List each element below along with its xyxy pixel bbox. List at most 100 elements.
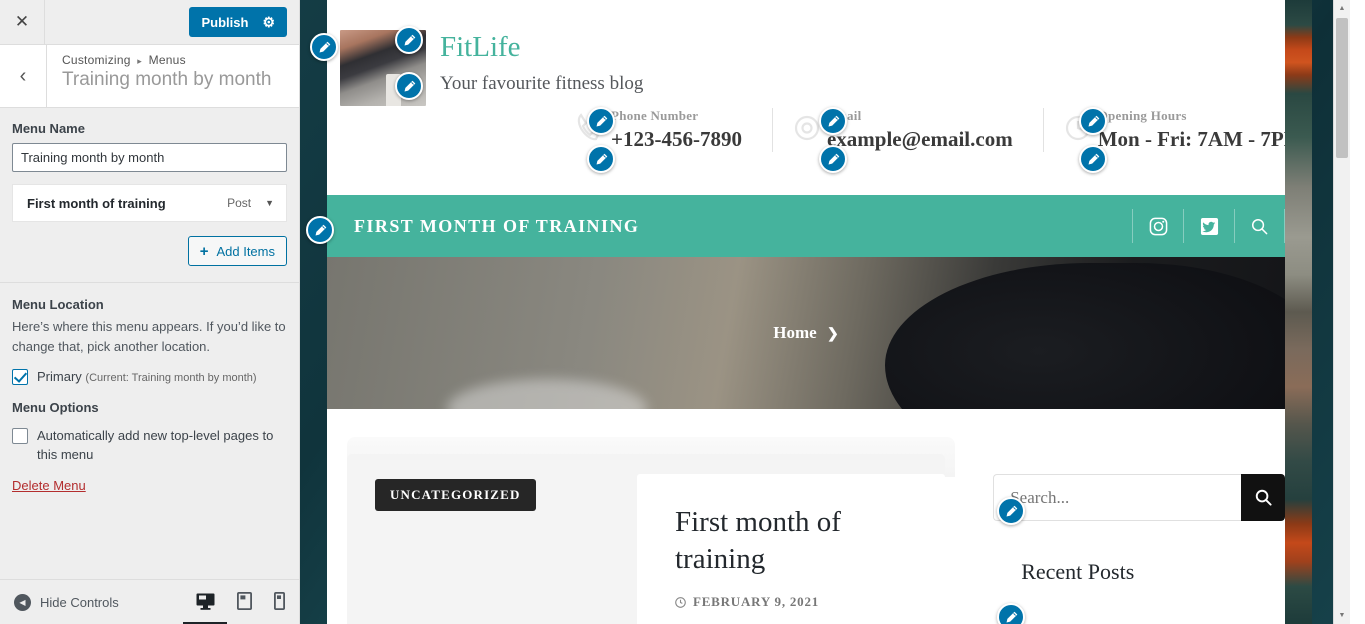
hide-controls-label: Hide Controls (40, 594, 119, 610)
category-badge[interactable]: UNCATEGORIZED (375, 479, 536, 511)
contact-hours: Opening Hours Mon - Fri: 7AM - 7PM (1042, 108, 1285, 152)
contact-hours-value[interactable]: Mon - Fri: 7AM - 7PM (1098, 127, 1285, 152)
breadcrumb-root[interactable]: Customizing (62, 53, 131, 67)
edit-pencil-phone-label[interactable] (587, 107, 615, 135)
post-title[interactable]: First month of training (675, 504, 907, 578)
mobile-icon (274, 592, 285, 610)
edit-pencil-site-title[interactable] (395, 26, 423, 54)
search-submit-button[interactable] (1241, 474, 1285, 521)
menu-item-row[interactable]: First month of training Post ▼ (12, 184, 287, 222)
hide-controls-button[interactable]: ◀ Hide Controls (14, 593, 196, 611)
delete-menu-link[interactable]: Delete Menu (12, 478, 86, 493)
page-content: UNCATEGORIZED First month of training FE… (327, 409, 1285, 624)
instagram-icon[interactable] (1132, 209, 1183, 243)
menu-name-label: Menu Name (12, 121, 85, 136)
add-items-row: + Add Items (12, 236, 287, 266)
scroll-down-arrow-icon[interactable]: ▼ (1334, 607, 1350, 624)
breadcrumb-separator-icon: ▸ (137, 56, 143, 66)
collapse-icon: ◀ (14, 593, 31, 611)
auto-add-pages-row[interactable]: Automatically add new top-level pages to… (12, 427, 287, 463)
post-date: FEBRUARY 9, 2021 (693, 594, 820, 610)
search-widget (993, 474, 1285, 521)
primary-location-label: Primary (Current: Training month by mont… (37, 368, 257, 386)
primary-location-checkbox[interactable] (12, 369, 28, 385)
add-items-label: Add Items (216, 243, 275, 259)
device-preview-switcher (183, 592, 285, 624)
post-meta: FEBRUARY 9, 2021 (675, 594, 907, 610)
hero-banner: Home ❯ (327, 257, 1285, 409)
close-icon: ✕ (14, 12, 30, 31)
breadcrumb-home-link[interactable]: Home (773, 323, 816, 342)
menu-options-title: Menu Options (12, 400, 99, 416)
scroll-up-arrow-icon[interactable]: ▲ (1334, 0, 1350, 17)
back-button[interactable]: ‹ (0, 45, 47, 107)
search-icon (1255, 489, 1272, 506)
site-preview: FitLife Your favourite fitness blog Phon… (300, 0, 1350, 624)
chevron-left-icon: ‹ (19, 64, 27, 87)
publish-button[interactable]: Publish ⚙ (189, 7, 287, 37)
device-mobile-button[interactable] (274, 592, 285, 612)
preview-scrollbar[interactable]: ▲ ▼ (1333, 0, 1350, 624)
search-icon[interactable] (1234, 209, 1285, 243)
primary-location-row[interactable]: Primary (Current: Training month by mont… (12, 368, 287, 386)
contact-phone-value[interactable]: +123-456-7890 (611, 127, 742, 152)
device-desktop-button[interactable] (183, 593, 227, 624)
edit-pencil-hours-label[interactable] (1079, 107, 1107, 135)
primary-current-note: (Current: Training month by month) (85, 372, 257, 384)
auto-add-pages-checkbox[interactable] (12, 428, 28, 445)
contact-phone-label: Phone Number (611, 108, 699, 123)
menu-location-title: Menu Location (12, 297, 104, 312)
search-input[interactable] (993, 474, 1241, 521)
navbar-social-icons (1132, 209, 1285, 243)
contact-hours-label: Opening Hours (1097, 108, 1187, 123)
tablet-icon (237, 592, 252, 610)
device-tablet-button[interactable] (237, 592, 252, 612)
brand-row: FitLife Your favourite fitness blog (327, 0, 1285, 106)
chevron-down-icon[interactable]: ▼ (265, 198, 274, 208)
site-title[interactable]: FitLife (440, 31, 643, 64)
breadcrumb: Customizing ▸ Menus (62, 53, 271, 67)
edit-pencil-hours-value[interactable] (1079, 145, 1107, 173)
edit-pencil-recent-posts[interactable] (997, 603, 1025, 624)
scrollbar-thumb[interactable] (1336, 18, 1348, 158)
publish-label: Publish (201, 14, 249, 30)
calendar-clock-icon (675, 596, 686, 608)
menu-name-input[interactable] (12, 143, 287, 172)
edit-pencil-tagline[interactable] (395, 72, 423, 100)
edit-pencil-email-label[interactable] (819, 107, 847, 135)
customizer-topbar: ✕ Publish ⚙ (0, 0, 299, 45)
recent-posts-title: Recent Posts (1021, 559, 1135, 584)
breadcrumb-current[interactable]: Menus (149, 53, 186, 67)
twitter-icon[interactable] (1183, 209, 1234, 243)
desktop-icon (196, 593, 215, 610)
edit-pencil-phone-value[interactable] (587, 145, 615, 173)
gear-icon[interactable]: ⚙ (262, 15, 275, 29)
plus-icon: + (199, 242, 209, 260)
menu-options-section: Menu Options Automatically add new top-l… (0, 386, 299, 494)
edit-pencil-search-widget[interactable] (997, 497, 1025, 525)
post-card: UNCATEGORIZED First month of training FE… (347, 454, 946, 624)
contact-email: Email example@email.com (771, 108, 1043, 152)
hero-breadcrumb: Home ❯ (327, 323, 1285, 343)
close-customizer-button[interactable]: ✕ (0, 0, 45, 44)
navbar-title[interactable]: FIRST MONTH OF TRAINING (354, 216, 1132, 237)
post-card-left: UNCATEGORIZED (347, 454, 637, 624)
brand-text: FitLife Your favourite fitness blog (426, 30, 643, 95)
background-photo-strip (1285, 0, 1312, 624)
edit-pencil-logo[interactable] (310, 33, 338, 61)
contact-info-row: Phone Number +123-456-7890 Email example… (577, 108, 1285, 152)
post-card-right: First month of training FEBRUARY 9, 2021 (637, 474, 946, 624)
site-tagline: Your favourite fitness blog (440, 72, 644, 94)
auto-add-pages-label: Automatically add new top-level pages to… (37, 428, 274, 462)
panel-header-text: Customizing ▸ Menus Training month by mo… (47, 45, 271, 107)
edit-pencil-navbar-title[interactable] (306, 216, 334, 244)
contact-email-value[interactable]: example@email.com (827, 127, 1013, 152)
previewed-page: FitLife Your favourite fitness blog Phon… (327, 0, 1285, 624)
edit-pencil-email-value[interactable] (819, 145, 847, 173)
customizer-footer: ◀ Hide Controls (0, 579, 299, 624)
add-items-button[interactable]: + Add Items (187, 236, 287, 266)
customizer-sidebar: ✕ Publish ⚙ ‹ Customizing ▸ Menus Traini… (0, 0, 300, 624)
menu-settings-body: Menu Name First month of training Post ▼… (0, 108, 299, 266)
sidebar-widgets: Recent Posts (993, 454, 1285, 624)
page-title: Training month by month (62, 69, 272, 90)
